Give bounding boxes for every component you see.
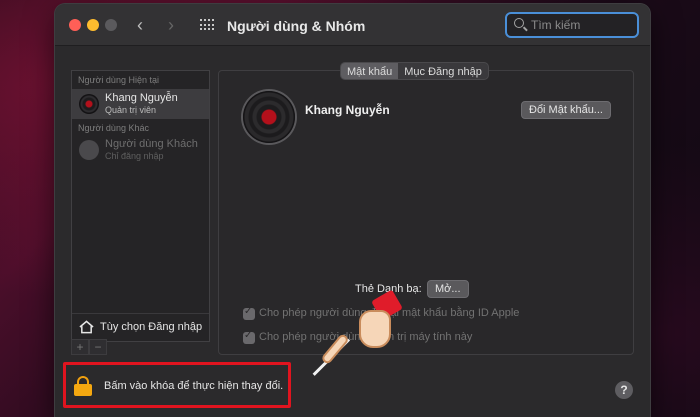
window-title: Người dùng & Nhóm: [227, 18, 366, 34]
tab-bar: Mật khẩu Mục Đăng nhập: [340, 62, 489, 80]
admin-checkbox[interactable]: [243, 330, 255, 344]
tab-login-items[interactable]: Mục Đăng nhập: [398, 63, 488, 79]
user-item-current[interactable]: Khang Nguyễn Quản trị viên: [72, 89, 209, 119]
forward-chevron-icon[interactable]: ›: [168, 15, 174, 35]
titlebar: ‹ › Người dùng & Nhóm: [55, 4, 650, 46]
user-name: Khang Nguyễn: [105, 92, 178, 104]
back-chevron-icon[interactable]: ‹: [137, 15, 143, 35]
user-detail-pane: Khang Nguyễn Đổi Mật khẩu... Thẻ Danh bạ…: [218, 70, 634, 355]
guest-avatar-icon: [79, 140, 99, 160]
search-field[interactable]: [505, 12, 639, 38]
apple-id-reset-checkbox[interactable]: [243, 306, 255, 320]
user-avatar[interactable]: [243, 91, 295, 143]
remove-user-button[interactable]: −: [89, 339, 107, 355]
user-full-name: Khang Nguyễn: [305, 103, 390, 117]
open-contact-card-button[interactable]: Mở...: [427, 280, 469, 298]
users-sidebar: Người dùng Hiện tại Khang Nguyễn Quản tr…: [71, 70, 210, 342]
user-role: Chỉ đăng nhập: [105, 151, 164, 161]
minimize-button[interactable]: [87, 19, 99, 31]
lock-highlight: Bấm vào khóa để thực hiện thay đổi.: [63, 362, 291, 408]
system-preferences-window: ‹ › Người dùng & Nhóm Người dùng Hiện tạ…: [55, 4, 650, 417]
user-role: Quản trị viên: [105, 105, 157, 115]
user-name: Người dùng Khách: [105, 138, 198, 150]
avatar: [79, 94, 99, 114]
login-options-item[interactable]: Tùy chọn Đăng nhập: [72, 313, 209, 341]
add-user-button[interactable]: +: [71, 339, 89, 355]
lock-icon[interactable]: [74, 376, 92, 396]
add-remove-controls: + −: [71, 339, 111, 355]
login-options-label: Tùy chọn Đăng nhập: [100, 321, 203, 333]
house-icon: [79, 320, 94, 334]
pointing-hand-icon: [312, 289, 407, 376]
other-users-section-label: Người dùng Khác: [78, 123, 149, 133]
change-password-button[interactable]: Đổi Mật khẩu...: [521, 101, 611, 119]
tab-password[interactable]: Mật khẩu: [341, 63, 399, 79]
zoom-button[interactable]: [105, 19, 117, 31]
search-icon: [514, 18, 524, 28]
close-button[interactable]: [69, 19, 81, 31]
user-item-guest[interactable]: Người dùng Khách Chỉ đăng nhập: [72, 135, 209, 165]
show-all-grid-icon[interactable]: [200, 19, 214, 31]
current-users-section-label: Người dùng Hiện tại: [78, 75, 159, 85]
search-input[interactable]: [531, 17, 631, 33]
lock-instruction-text: Bấm vào khóa để thực hiện thay đổi.: [104, 380, 284, 392]
help-button[interactable]: ?: [615, 381, 633, 399]
